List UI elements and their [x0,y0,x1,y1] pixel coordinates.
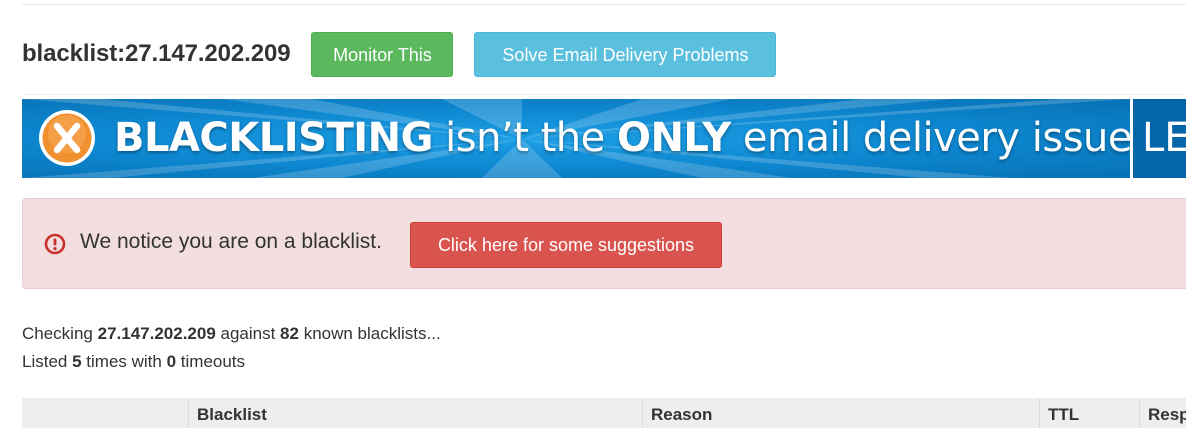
column-header-blacklist[interactable]: Blacklist [188,398,642,428]
banner-secondary-text: LE [1142,115,1186,161]
page-title: blacklist:27.147.202.209 [22,40,291,67]
results-table-header: Blacklist Reason TTL Resp [22,398,1186,428]
x-circle-icon [39,110,95,166]
blacklist-count: 82 [280,324,299,343]
top-divider [22,4,1186,5]
column-header-reason[interactable]: Reason [642,398,1039,428]
column-header-response[interactable]: Resp [1139,398,1186,428]
checking-suffix: known blacklists... [298,324,441,343]
suggestions-button[interactable]: Click here for some suggestions [410,222,722,268]
header-divider [22,94,1186,95]
checking-line: Checking 27.147.202.209 against 82 known… [22,320,441,348]
solve-email-delivery-button[interactable]: Solve Email Delivery Problems [474,31,777,77]
timeouts-suffix: timeouts [176,352,246,371]
banner-headline-blacklisting: BLACKLISTING [114,115,433,161]
checking-against: against [215,324,281,343]
listed-line: Listed 5 times with 0 timeouts [22,348,441,376]
banner-headline: BLACKLISTING isn’t the ONLY email delive… [114,99,1133,178]
page-header: blacklist:27.147.202.209 Monitor This So… [22,31,777,77]
checking-prefix: Checking [22,324,98,343]
banner-headline-middle: isn’t the [432,115,617,161]
times-with: times with [81,352,167,371]
banner-secondary-panel: LE [1133,99,1186,178]
alert-message: We notice you are on a blacklist. [80,230,382,253]
banner-headline-end: email delivery issue [730,115,1133,161]
checked-ip: 27.147.202.209 [97,324,216,343]
blacklist-alert: We notice you are on a blacklist. Click … [22,198,1186,289]
ad-banner[interactable]: BLACKLISTING isn’t the ONLY email delive… [22,99,1186,178]
check-status: Checking 27.147.202.209 against 82 known… [22,320,441,376]
monitor-this-button[interactable]: Monitor This [311,31,454,77]
banner-headline-only: ONLY [616,115,731,161]
column-header-ttl[interactable]: TTL [1039,398,1139,428]
listed-count: 5 [72,352,82,371]
column-header-status[interactable] [22,398,188,428]
exclamation-circle-icon [44,233,66,255]
timeouts-count: 0 [166,352,177,371]
listed-prefix: Listed [22,352,73,371]
